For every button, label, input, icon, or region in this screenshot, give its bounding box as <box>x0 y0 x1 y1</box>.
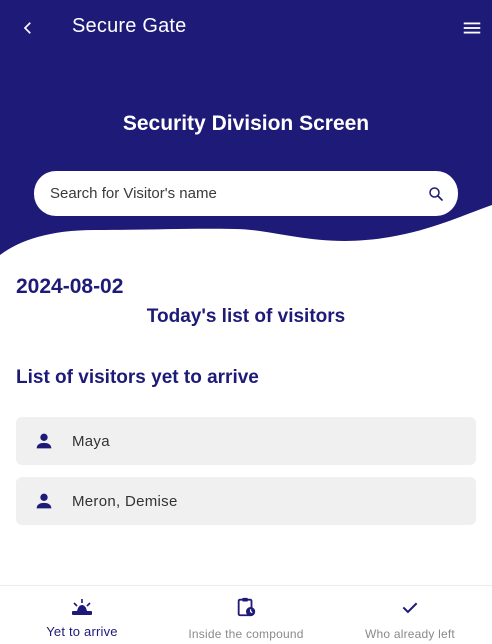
nav-yet-to-arrive[interactable]: Yet to arrive <box>0 586 164 644</box>
app-bar: Secure Gate <box>0 0 492 56</box>
visitor-name: Meron, Demise <box>72 492 178 510</box>
section-heading: List of visitors yet to arrive <box>16 367 259 388</box>
person-icon <box>16 430 72 452</box>
nav-label: Inside the compound <box>188 627 304 641</box>
app-title: Secure Gate <box>72 15 187 37</box>
visitor-card[interactable]: Maya <box>16 417 476 465</box>
person-icon <box>16 490 72 512</box>
chevron-left-icon <box>23 22 31 34</box>
menu-button[interactable] <box>458 14 486 42</box>
visitor-card[interactable]: Meron, Demise <box>16 477 476 525</box>
search-input[interactable] <box>50 185 424 202</box>
nav-inside-compound[interactable]: Inside the compound <box>164 586 328 644</box>
nav-label: Yet to arrive <box>46 624 118 639</box>
menu-icon <box>463 22 481 34</box>
search-bar <box>34 171 458 216</box>
search-button[interactable] <box>424 182 448 206</box>
check-icon <box>400 597 420 617</box>
current-date: 2024-08-02 <box>16 275 124 298</box>
screen-title: Security Division Screen <box>122 112 370 135</box>
back-button[interactable] <box>14 14 42 42</box>
nav-already-left[interactable]: Who already left <box>328 586 492 644</box>
list-heading: Today's list of visitors <box>146 306 346 327</box>
bottom-navigation: Yet to arrive Inside the compound Who al… <box>0 585 492 644</box>
visitor-name: Maya <box>72 432 110 450</box>
search-icon <box>429 186 443 201</box>
clipboard-clock-icon <box>235 597 257 617</box>
nav-label: Who already left <box>365 627 455 641</box>
arrival-icon <box>70 597 94 617</box>
